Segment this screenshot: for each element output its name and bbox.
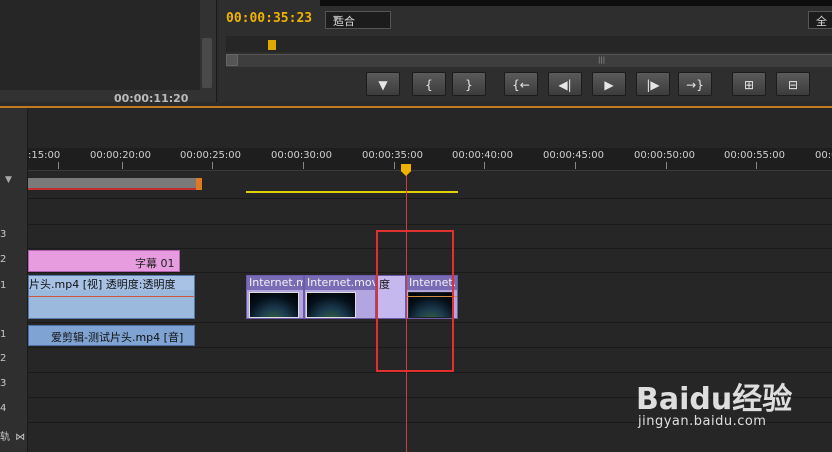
full-quality-select[interactable]: 全 bbox=[808, 11, 832, 29]
clip-label: Internet.mov bbox=[305, 276, 375, 290]
audio-clip-label: 爱剪辑-测试片头.mp4 [音] bbox=[51, 331, 184, 344]
ruler-tick-mark bbox=[756, 162, 757, 169]
track-label: 轨 ⋈ bbox=[0, 428, 25, 443]
step-forward-button[interactable]: |▶ bbox=[636, 72, 670, 96]
track-number[interactable]: 2 bbox=[0, 254, 6, 265]
scrub-start-handle[interactable] bbox=[226, 54, 238, 66]
ruler-tick-mark bbox=[303, 162, 304, 169]
full-select-label: 全 bbox=[816, 15, 827, 28]
ruler-tick-label: 00:00:25:00 bbox=[180, 150, 242, 161]
ruler-tick-mark bbox=[58, 162, 59, 169]
marker-icon[interactable]: ▼ bbox=[5, 175, 12, 185]
track-number[interactable]: 1 bbox=[0, 329, 6, 340]
video-clip[interactable]: 片头.mp4 [视] 透明度:透明度 bbox=[28, 275, 195, 319]
track-number[interactable]: 2 bbox=[0, 353, 6, 364]
fit-zoom-select[interactable]: 适合 ▼ bbox=[325, 11, 391, 29]
track-divider bbox=[28, 198, 832, 199]
track-number[interactable]: 4 bbox=[0, 403, 6, 414]
ruler-tick-label: 00:00:55:00 bbox=[724, 150, 786, 161]
lift-button[interactable]: ⊞ bbox=[732, 72, 766, 96]
monitor-playhead-marker[interactable] bbox=[268, 40, 276, 50]
extract-button[interactable]: ⊟ bbox=[776, 72, 810, 96]
project-scrollbar[interactable] bbox=[202, 38, 212, 88]
ruler-tick-label: 00:00:50:00 bbox=[634, 150, 696, 161]
grip-icon: ||| bbox=[598, 56, 606, 64]
ruler-tick-mark bbox=[666, 162, 667, 169]
video-preview-strip bbox=[320, 0, 832, 6]
watermark-url: jingyan.baidu.com bbox=[638, 414, 767, 429]
ruler-tick-label: 00:01 bbox=[815, 150, 832, 161]
video-clip-label: 片头.mp4 [视] 透明度:透明度 bbox=[29, 276, 194, 290]
clip-thumbnail bbox=[249, 292, 299, 318]
ruler-tick-label: 00:00:40:00 bbox=[452, 150, 514, 161]
program-timecode[interactable]: 00:00:35:23 bbox=[226, 11, 312, 26]
ruler-tick-label: 00:00:30:00 bbox=[271, 150, 333, 161]
play-button[interactable]: ▶ bbox=[592, 72, 626, 96]
ruler-tick-label: 00:00:35:00 bbox=[362, 150, 424, 161]
highlight-box bbox=[376, 230, 454, 372]
ruler-tick-mark bbox=[122, 162, 123, 169]
internet-clip-1[interactable]: Internet.m bbox=[246, 275, 304, 319]
go-to-in-button[interactable]: {← bbox=[504, 72, 538, 96]
subtitle-clip[interactable]: 字幕 01 bbox=[28, 250, 180, 272]
track-number[interactable]: 1 bbox=[0, 280, 6, 291]
ruler-tick-label: :15:00 bbox=[28, 150, 61, 161]
audio-clip[interactable]: 爱剪辑-测试片头.mp4 [音] bbox=[28, 325, 195, 346]
track-number[interactable]: 3 bbox=[0, 229, 6, 240]
project-timecode: 00:00:11:20 bbox=[114, 92, 189, 105]
internet-clip-2[interactable]: Internet.mov bbox=[304, 275, 376, 319]
monitor-mini-ruler[interactable] bbox=[226, 36, 832, 52]
track-label-text: 轨 bbox=[0, 432, 10, 443]
chevron-down-icon: ▼ bbox=[333, 14, 340, 23]
track-number[interactable]: 3 bbox=[0, 378, 6, 389]
project-panel bbox=[0, 0, 217, 102]
ruler-tick-label: 00:00:45:00 bbox=[543, 150, 605, 161]
render-bar bbox=[246, 191, 458, 193]
step-back-button[interactable]: ◀| bbox=[548, 72, 582, 96]
watermark: Baidu经验 jingyan.baidu.com bbox=[620, 372, 830, 452]
in-point-button[interactable]: { bbox=[412, 72, 446, 96]
ruler-tick-label: 00:00:20:00 bbox=[90, 150, 152, 161]
opacity-rubber-band[interactable] bbox=[29, 296, 194, 297]
collapse-icon[interactable]: ⋈ bbox=[15, 432, 25, 443]
watermark-logo: Baidu经验 bbox=[636, 382, 793, 417]
work-area-bar[interactable] bbox=[28, 178, 200, 190]
ruler-tick-mark bbox=[394, 162, 395, 169]
marker-button[interactable]: ▼ bbox=[366, 72, 400, 96]
clip-thumbnail bbox=[306, 292, 356, 318]
subtitle-clip-label: 字幕 01 bbox=[135, 257, 175, 270]
ruler-tick-mark bbox=[484, 162, 485, 169]
clip-label: Internet.m bbox=[247, 276, 303, 290]
monitor-scrub-bar[interactable] bbox=[226, 54, 832, 67]
out-point-button[interactable]: } bbox=[452, 72, 486, 96]
work-area-end-handle[interactable] bbox=[196, 178, 202, 190]
ruler-tick-mark bbox=[212, 162, 213, 169]
ruler-tick-mark bbox=[575, 162, 576, 169]
track-divider bbox=[28, 224, 832, 225]
go-to-out-button[interactable]: →} bbox=[678, 72, 712, 96]
